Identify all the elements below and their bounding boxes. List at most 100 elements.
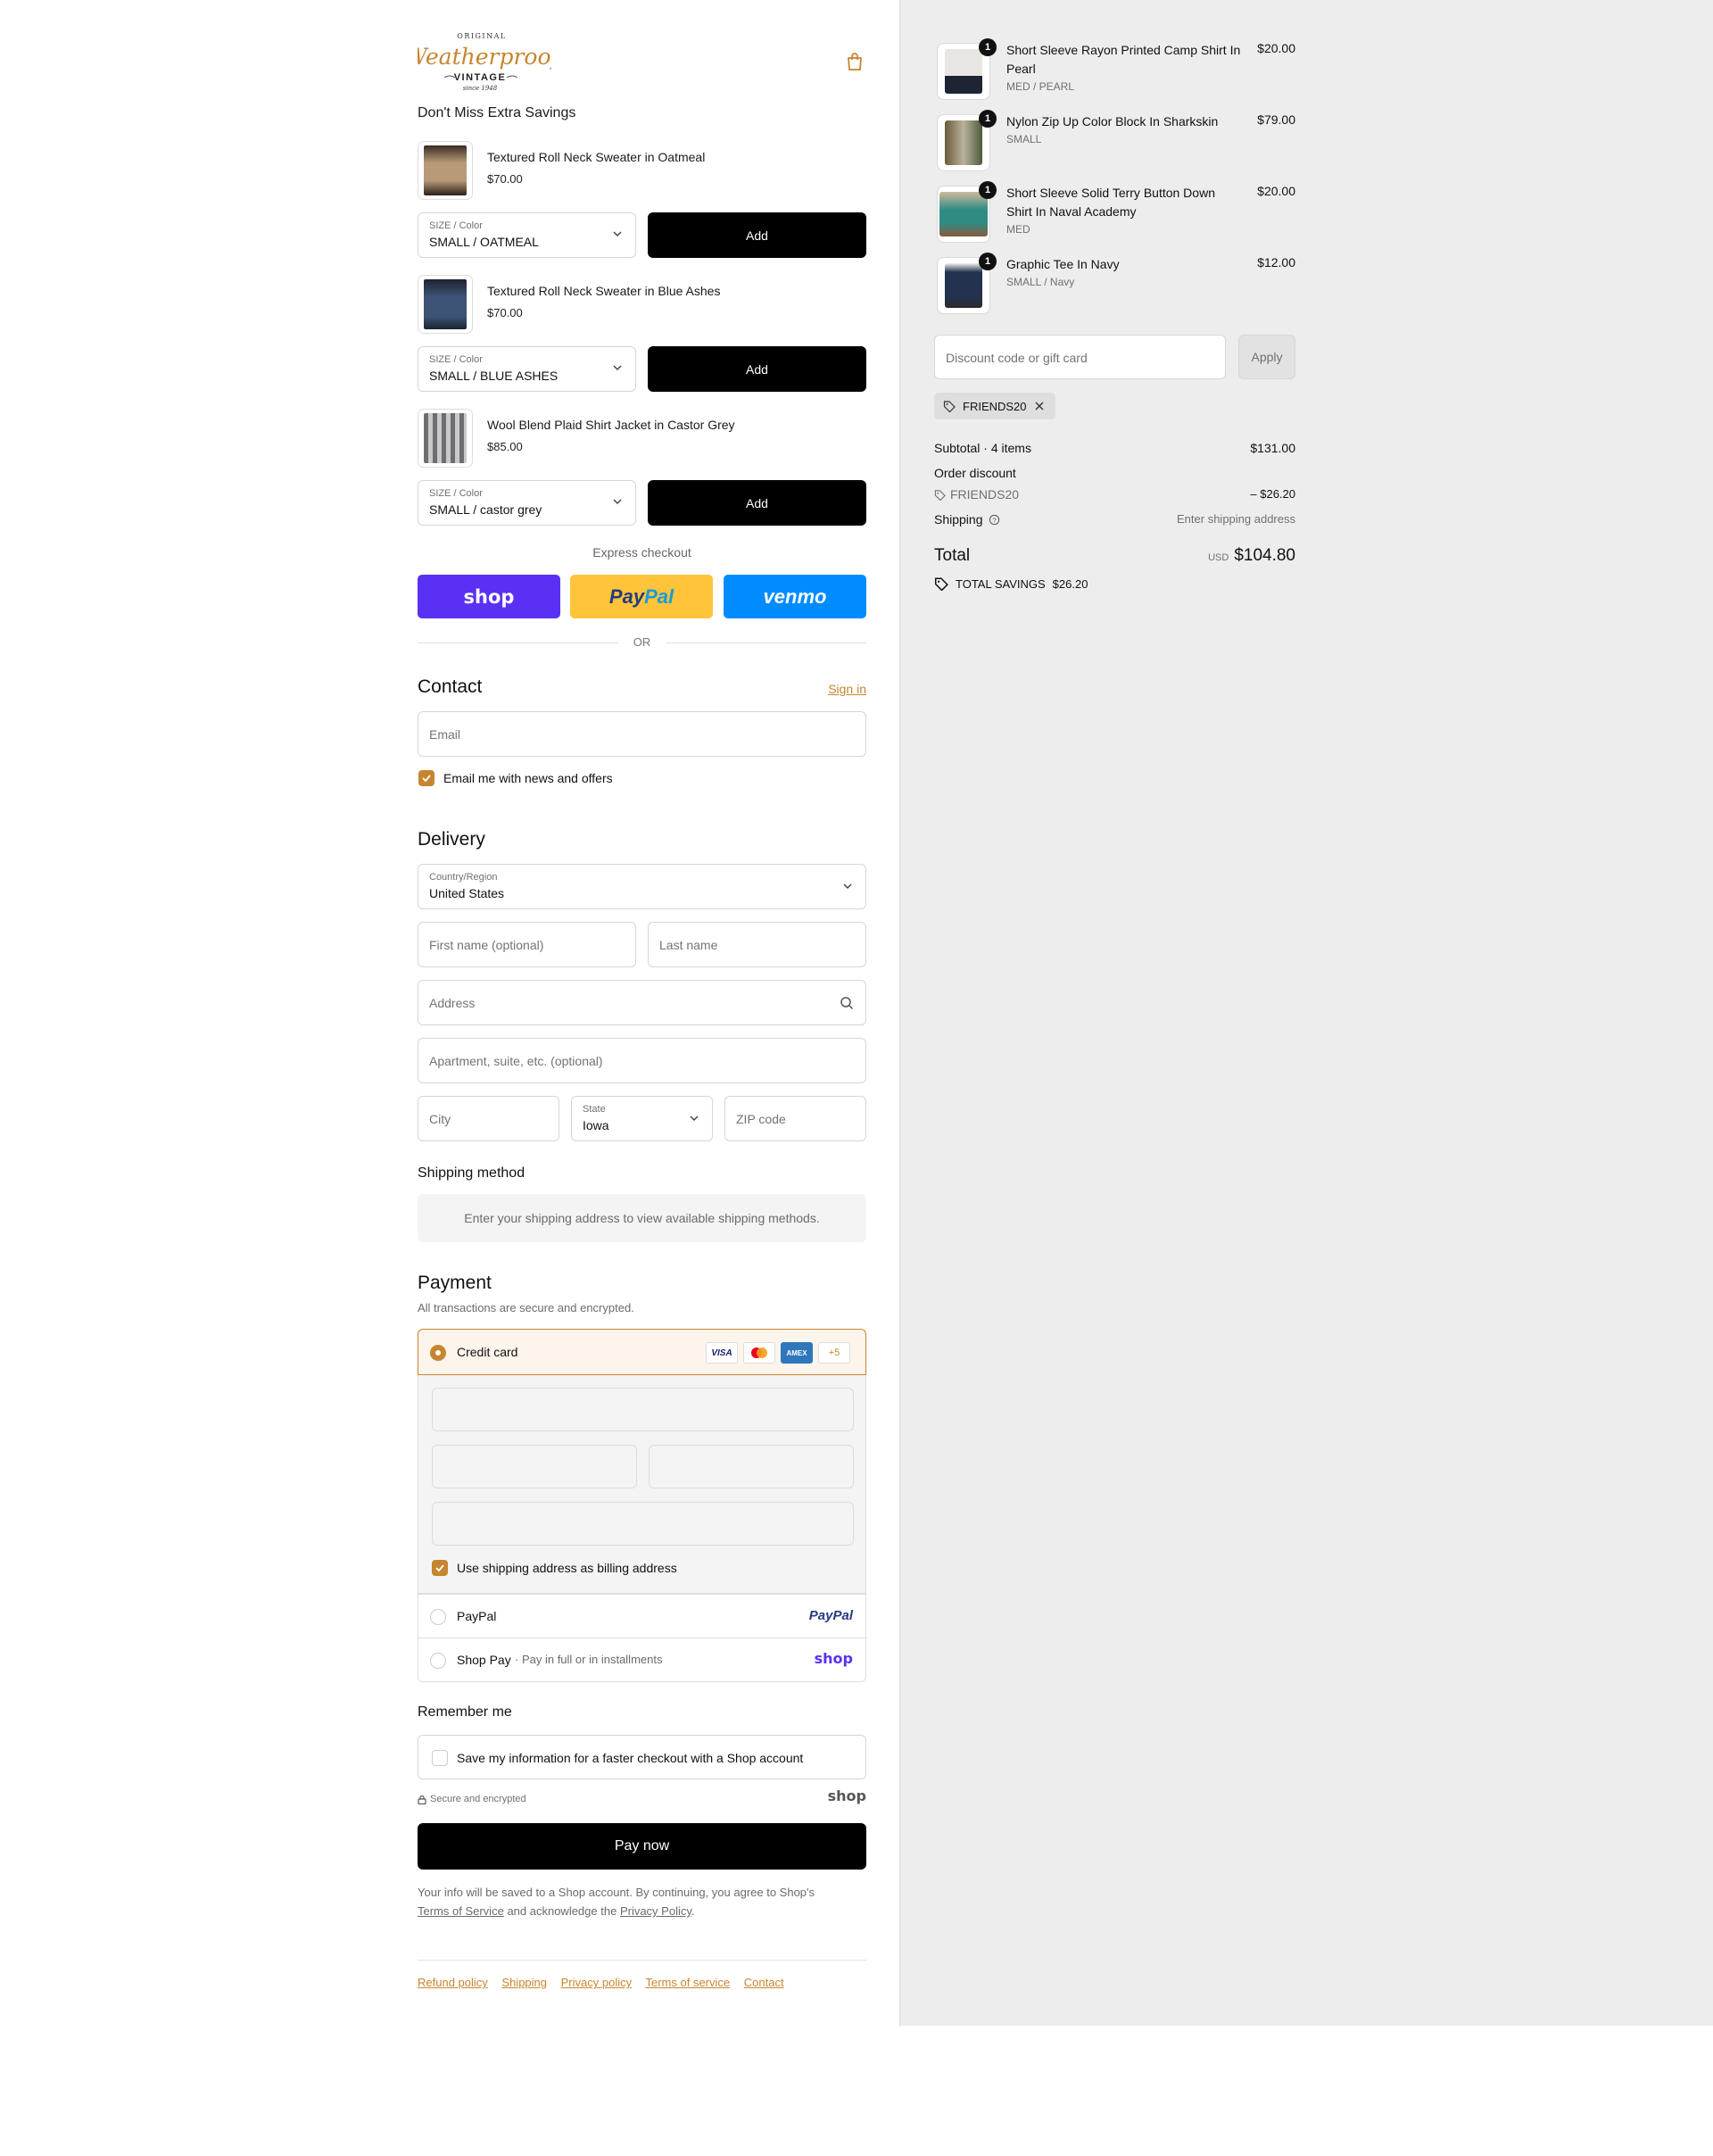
country-label: Country/Region xyxy=(429,872,498,883)
paypal-button[interactable]: Pay Pal xyxy=(570,575,713,618)
zip-field[interactable]: ZIP code xyxy=(724,1096,866,1141)
upsell-item: Textured Roll Neck Sweater in Blue Ashes… xyxy=(418,275,866,409)
city-field[interactable]: City xyxy=(418,1096,559,1141)
svg-text:?: ? xyxy=(992,516,996,524)
shopping-bag-icon[interactable] xyxy=(846,52,864,71)
express-checkout-label: Express checkout xyxy=(592,545,691,560)
total-label: Total xyxy=(934,546,971,565)
privacy-policy-link[interactable]: Privacy Policy xyxy=(620,1904,691,1918)
cart-item-variant: SMALL / Navy xyxy=(1006,276,1075,288)
apartment-placeholder: Apartment, suite, etc. (optional) xyxy=(429,1054,603,1068)
help-icon[interactable]: ? xyxy=(989,514,1000,526)
upsell-title: Don't Miss Extra Savings xyxy=(418,105,576,120)
chevron-down-icon xyxy=(613,231,622,237)
card-number-field[interactable] xyxy=(432,1388,854,1431)
state-select[interactable]: State Iowa xyxy=(571,1096,713,1141)
lock-icon xyxy=(418,1795,426,1804)
credit-card-label: Credit card xyxy=(457,1345,518,1359)
discount-code-field[interactable]: Discount code or gift card xyxy=(934,335,1226,379)
venmo-button[interactable]: venmo xyxy=(724,575,866,618)
address-field[interactable]: Address xyxy=(418,980,866,1025)
expiration-field[interactable] xyxy=(432,1445,637,1488)
remember-me-box: Save my information for a faster checkou… xyxy=(418,1735,866,1779)
svg-text:ORIGINAL: ORIGINAL xyxy=(457,32,506,40)
paypal-option[interactable]: PayPal PayPal xyxy=(418,1594,866,1638)
size-color-select[interactable]: SIZE / Color SMALL / BLUE ASHES xyxy=(418,346,636,392)
terms-of-service-footer-link[interactable]: Terms of service xyxy=(646,1976,731,1989)
terms-of-service-link[interactable]: Terms of Service xyxy=(418,1904,504,1918)
shipping-value: Enter shipping address xyxy=(1177,512,1295,526)
shop-pay-option[interactable]: Shop Pay · Pay in full or in installment… xyxy=(418,1638,866,1682)
refund-policy-link[interactable]: Refund policy xyxy=(418,1976,488,1989)
sign-in-link[interactable]: Sign in xyxy=(828,682,866,696)
shop-pay-button[interactable]: shop xyxy=(418,575,560,618)
country-value: United States xyxy=(429,886,505,900)
save-info-checkbox[interactable] xyxy=(432,1750,448,1766)
credit-card-option[interactable]: Credit card VISA AMEX +5 xyxy=(418,1329,866,1375)
quantity-badge: 1 xyxy=(979,110,997,128)
email-field[interactable]: Email xyxy=(418,711,866,757)
zip-placeholder: ZIP code xyxy=(736,1112,786,1126)
news-checkbox[interactable] xyxy=(418,770,434,786)
select-value: SMALL / BLUE ASHES xyxy=(429,369,559,383)
payment-subtitle: All transactions are secure and encrypte… xyxy=(418,1301,634,1314)
apply-discount-button[interactable]: Apply xyxy=(1238,335,1295,379)
first-name-field[interactable]: First name (optional) xyxy=(418,922,636,967)
delivery-title: Delivery xyxy=(418,829,485,850)
applied-discount-chip: FRIENDS20 xyxy=(934,393,1055,419)
add-button[interactable]: Add xyxy=(648,346,866,392)
cart-item: 1 Short Sleeve Solid Terry Button Down S… xyxy=(934,181,1295,246)
pay-now-button[interactable]: Pay now xyxy=(418,1823,866,1870)
cart-item-variant: MED / PEARL xyxy=(1006,80,1075,93)
svg-text:Weatherproof: Weatherproof xyxy=(418,44,551,70)
cart-item-price: $20.00 xyxy=(1257,41,1295,55)
city-placeholder: City xyxy=(429,1112,451,1126)
total-savings-row: TOTAL SAVINGS $26.20 xyxy=(934,576,1295,591)
state-label: State xyxy=(583,1104,606,1115)
name-on-card-field[interactable] xyxy=(432,1502,854,1546)
or-divider: OR xyxy=(418,634,866,651)
shipping-link[interactable]: Shipping xyxy=(501,1976,547,1989)
visa-icon: VISA xyxy=(706,1342,738,1364)
billing-checkbox[interactable] xyxy=(432,1560,448,1576)
cart-item-price: $79.00 xyxy=(1257,112,1295,127)
shipping-method-note: Enter your shipping address to view avai… xyxy=(418,1194,866,1242)
paypal-radio[interactable] xyxy=(430,1609,446,1625)
paypal-logo: PayPal xyxy=(808,1608,853,1623)
subtotal-label: Subtotal · 4 items xyxy=(934,441,1031,455)
apartment-field[interactable]: Apartment, suite, etc. (optional) xyxy=(418,1038,866,1083)
brand-logo[interactable]: ORIGINAL Weatherproof VINTAGE since 1948 xyxy=(404,27,562,98)
country-select[interactable]: Country/Region United States xyxy=(418,864,866,909)
check-icon xyxy=(422,775,431,783)
size-color-select[interactable]: SIZE / Color SMALL / castor grey xyxy=(418,480,636,526)
discount-placeholder: Discount code or gift card xyxy=(946,351,1088,365)
remember-me-title: Remember me xyxy=(418,1704,512,1720)
product-thumbnail xyxy=(418,409,473,468)
shop-pay-radio[interactable] xyxy=(430,1653,446,1669)
total-savings-label: TOTAL SAVINGS xyxy=(956,576,1046,591)
secure-note: Secure and encrypted xyxy=(418,1794,526,1804)
shop-pay-label: Shop Pay xyxy=(457,1653,511,1667)
security-code-field[interactable] xyxy=(649,1445,854,1488)
close-icon[interactable] xyxy=(1034,401,1045,411)
product-name: Textured Roll Neck Sweater in Oatmeal xyxy=(487,150,706,164)
contact-link[interactable]: Contact xyxy=(744,1976,784,1989)
last-name-field[interactable]: Last name xyxy=(648,922,866,967)
add-button[interactable]: Add xyxy=(648,212,866,258)
add-button[interactable]: Add xyxy=(648,480,866,526)
more-cards-badge: +5 xyxy=(818,1342,850,1364)
shipping-row: Shipping ? Enter shipping address xyxy=(934,512,1295,527)
quantity-badge: 1 xyxy=(979,253,997,270)
cart-item-name: Graphic Tee In Navy xyxy=(1006,257,1120,271)
size-color-select[interactable]: SIZE / Color SMALL / OATMEAL xyxy=(418,212,636,258)
payment-title: Payment xyxy=(418,1273,492,1293)
upsell-item: Wool Blend Plaid Shirt Jacket in Castor … xyxy=(418,409,866,543)
cart-item: 1 Short Sleeve Rayon Printed Camp Shirt … xyxy=(934,38,1295,104)
paypal-label: PayPal xyxy=(457,1609,497,1623)
credit-card-radio[interactable] xyxy=(430,1345,446,1361)
select-value: SMALL / OATMEAL xyxy=(429,235,539,249)
state-value: Iowa xyxy=(583,1118,609,1132)
first-name-placeholder: First name (optional) xyxy=(429,938,544,952)
privacy-policy-footer-link[interactable]: Privacy policy xyxy=(561,1976,632,1989)
chevron-down-icon xyxy=(690,1115,699,1122)
